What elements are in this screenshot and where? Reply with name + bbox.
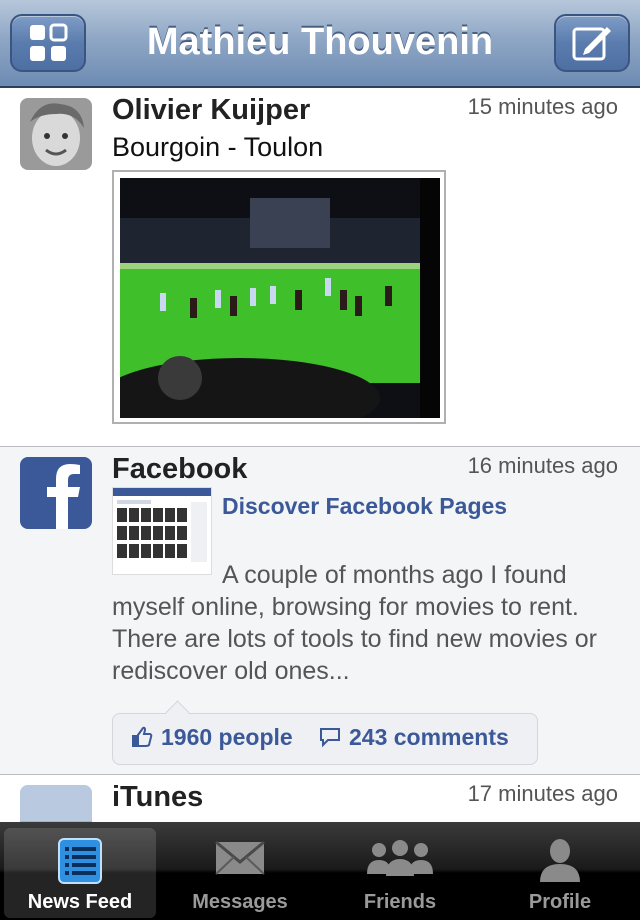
post-timestamp: 16 minutes ago	[467, 453, 618, 478]
link-description: A couple of months ago I found myself on…	[112, 561, 597, 685]
feed-post[interactable]: iTunes 17 minutes ago	[0, 774, 640, 822]
post-author[interactable]: iTunes	[112, 781, 203, 814]
tab-news-feed[interactable]: News Feed	[4, 828, 156, 918]
likes-count: 1960 people	[161, 724, 293, 750]
itunes-avatar[interactable]	[20, 785, 92, 822]
avatar[interactable]	[20, 98, 92, 170]
news-feed-list: Olivier Kuijper 15 minutes ago Bourgoin …	[0, 88, 640, 822]
profile-icon	[540, 839, 580, 882]
compose-button[interactable]	[554, 14, 630, 72]
likes-button[interactable]: 1960 people	[131, 724, 293, 751]
navigation-bar: Mathieu Thouvenin	[0, 0, 640, 88]
facebook-logo-avatar[interactable]	[20, 457, 92, 529]
post-author[interactable]: Facebook	[112, 453, 247, 486]
compose-icon	[572, 27, 611, 61]
post-author[interactable]: Olivier Kuijper	[112, 94, 310, 127]
feed-post[interactable]: Facebook 16 minutes ago Discover Faceboo…	[0, 446, 640, 774]
tab-messages[interactable]: Messages	[164, 828, 316, 918]
feed-post[interactable]: Olivier Kuijper 15 minutes ago Bourgoin …	[0, 88, 640, 446]
comment-bubble-icon	[320, 728, 340, 748]
tab-label: News Feed	[27, 891, 133, 913]
tab-bar: News Feed Messages Friends Profile	[0, 822, 640, 920]
tab-friends[interactable]: Friends	[324, 828, 476, 918]
engagement-bar: 1960 people 243 comments	[112, 713, 538, 765]
post-photo[interactable]	[112, 170, 446, 424]
envelope-icon	[215, 840, 265, 875]
page-title: Mathieu Thouvenin	[146, 21, 494, 63]
friends-icon	[367, 840, 433, 876]
tab-label: Messages	[192, 891, 288, 913]
tab-label: Profile	[528, 891, 592, 913]
post-text: Bourgoin - Toulon	[112, 132, 324, 162]
tab-label: Friends	[363, 891, 437, 913]
link-title[interactable]: Discover Facebook Pages	[222, 493, 507, 520]
thumbs-up-icon	[132, 726, 153, 747]
comments-count: 243 comments	[349, 724, 509, 750]
comments-button[interactable]: 243 comments	[319, 724, 509, 751]
news-feed-icon	[58, 838, 102, 884]
post-timestamp: 15 minutes ago	[467, 94, 618, 119]
tab-profile[interactable]: Profile	[484, 828, 636, 918]
post-timestamp: 17 minutes ago	[467, 781, 618, 806]
